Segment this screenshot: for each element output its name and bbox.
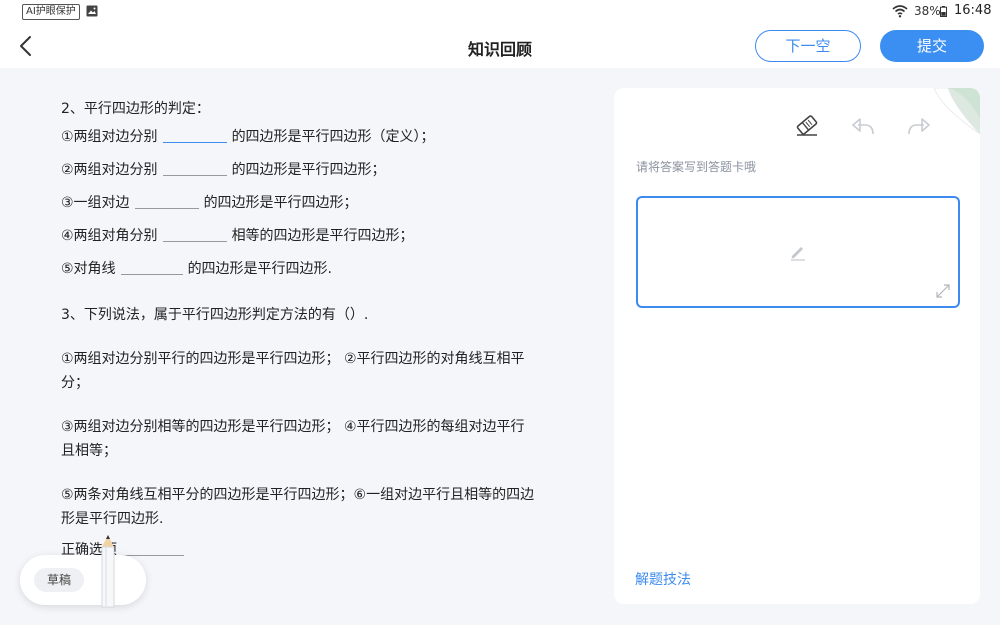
battery-level: 38%	[914, 4, 941, 18]
answer-blank-5[interactable]	[120, 260, 183, 275]
q2-item-3-before: ③一组对边	[61, 195, 130, 211]
answer-hint: 请将答案写到答题卡哦	[636, 160, 757, 174]
undo-icon[interactable]	[850, 114, 876, 138]
submit-button[interactable]: 提交	[880, 30, 984, 62]
q2-item-5-after: 的四边形是平行四边形.	[187, 261, 333, 277]
q3-line-4: 且相等；	[61, 443, 117, 459]
q2-item-2-after: 的四边形是平行四边形；	[231, 162, 386, 178]
q2-item-1-before: ①两组对边分别	[61, 129, 158, 145]
q2-item-3: ③一组对边 的四边形是平行四边形；	[61, 192, 358, 212]
clock: 16:48	[954, 3, 992, 18]
edit-icon	[791, 247, 805, 261]
answer-blank-1[interactable]	[162, 128, 227, 143]
expand-icon[interactable]	[936, 284, 950, 298]
answer-blank-4[interactable]	[162, 227, 227, 242]
q2-item-1: ①两组对边分别 的四边形是平行四边形（定义）；	[61, 126, 435, 146]
battery-icon	[940, 6, 947, 17]
ai-eye-protection-badge: AI护眼保护	[22, 4, 80, 20]
redo-icon[interactable]	[906, 114, 932, 138]
q3-line-6: 形是平行四边形.	[61, 511, 164, 527]
q3-line-3: ③两组对边分别相等的四边形是平行四边形； ④平行四边形的每组对边平行	[61, 419, 525, 435]
q2-item-4-after: 相等的四边形是平行四边形；	[231, 228, 414, 244]
status-bar: AI护眼保护 38% 16:48	[0, 0, 1000, 24]
answer-blank-6[interactable]	[122, 541, 184, 556]
solution-tips-link[interactable]: 解题技法	[635, 569, 691, 589]
q2-item-5-before: ⑤对角线	[61, 261, 116, 277]
q2-item-5: ⑤对角线 的四边形是平行四边形.	[61, 258, 332, 278]
q2-item-4-before: ④两组对角分别	[61, 228, 158, 244]
answer-blank-2[interactable]	[162, 161, 227, 176]
draft-button[interactable]: 草稿	[20, 555, 146, 605]
answer-input-box[interactable]	[636, 196, 960, 308]
question-area: 2、平行四边形的判定： ①两组对边分别 的四边形是平行四边形（定义）； ②两组对边…	[0, 68, 610, 625]
q2-item-2: ②两组对边分别 的四边形是平行四边形；	[61, 159, 386, 179]
q2-heading: 2、平行四边形的判定：	[61, 101, 210, 117]
q2-item-4: ④两组对角分别 相等的四边形是平行四边形；	[61, 225, 414, 245]
page-curl-decoration	[934, 88, 980, 134]
q3-line-5: ⑤两条对角线互相平分的四边形是平行四边形；⑥一组对边平行且相等的四边	[61, 487, 535, 503]
q2-item-3-after: 的四边形是平行四边形；	[203, 195, 358, 211]
pencil-icon[interactable]	[95, 533, 121, 609]
next-blank-button[interactable]: 下一空	[755, 30, 861, 62]
q2-item-2-before: ②两组对边分别	[61, 162, 158, 178]
eraser-icon[interactable]	[794, 112, 820, 138]
q3-line-1: ①两组对边分别平行的四边形是平行四边形； ②平行四边形的对角线互相平	[61, 351, 525, 367]
q3-heading: 3、下列说法，属于平行四边形判定方法的有（）.	[61, 307, 369, 323]
draft-label: 草稿	[34, 568, 84, 592]
answer-blank-3[interactable]	[134, 194, 199, 209]
q2-item-1-after: 的四边形是平行四边形（定义）；	[231, 129, 435, 145]
wifi-icon	[892, 5, 908, 18]
q3-line-2: 分；	[61, 375, 89, 391]
answer-card: 请将答案写到答题卡哦 解题技法	[614, 88, 980, 604]
image-icon	[86, 5, 98, 17]
header: 知识回顾 下一空 提交	[0, 24, 1000, 68]
